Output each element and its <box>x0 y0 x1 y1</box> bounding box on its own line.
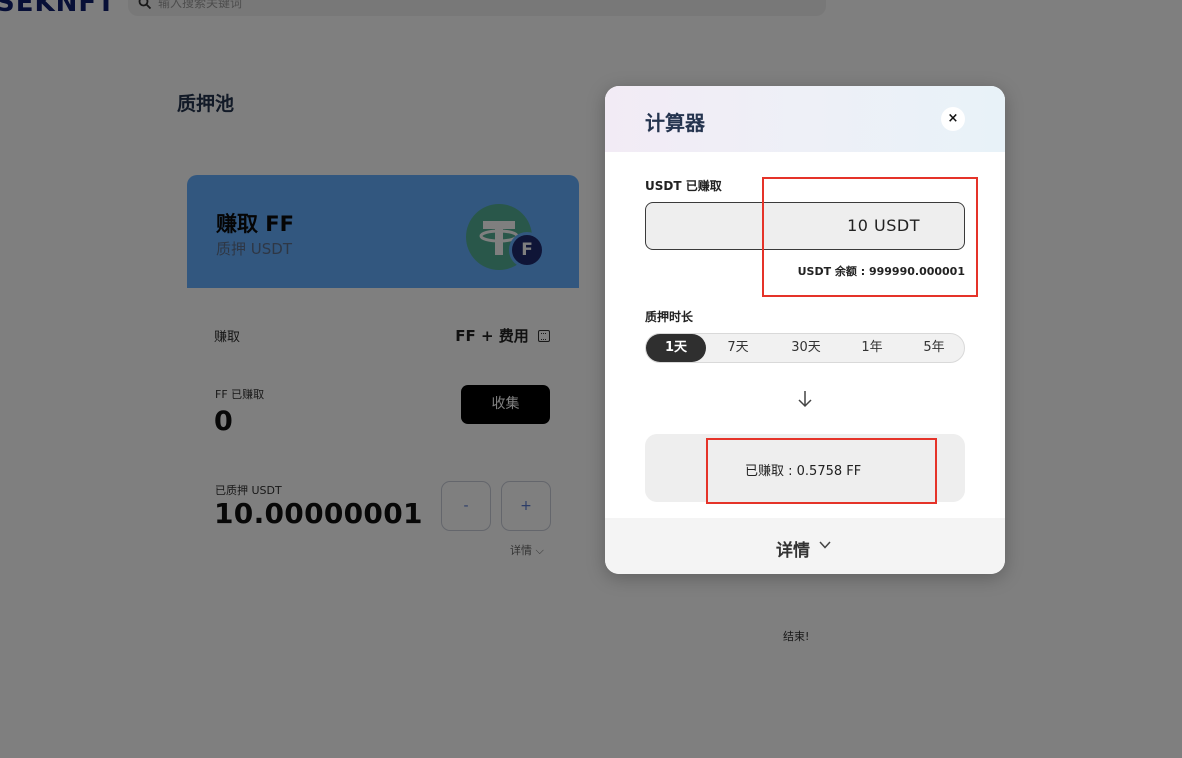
duration-option-1y[interactable]: 1年 <box>842 334 902 362</box>
highlight-box-result <box>706 438 937 504</box>
duration-option-1d[interactable]: 1天 <box>646 334 706 362</box>
modal-header: 计算器 × <box>605 86 1005 152</box>
duration-option-5y[interactable]: 5年 <box>904 334 964 362</box>
modal-title: 计算器 <box>645 111 705 135</box>
details-toggle[interactable]: 详情 <box>605 518 1005 574</box>
duration-label: 质押时长 <box>645 310 694 324</box>
details-label: 详情 <box>776 541 810 561</box>
chevron-down-icon <box>819 541 831 549</box>
close-button[interactable]: × <box>941 107 965 131</box>
usdt-earned-label: USDT 已赚取 <box>645 179 722 193</box>
duration-option-7d[interactable]: 7天 <box>708 334 768 362</box>
duration-option-30d[interactable]: 30天 <box>774 334 838 362</box>
arrow-down-icon <box>798 391 812 408</box>
highlight-box-amount <box>762 177 978 297</box>
duration-selector: 1天 7天 30天 1年 5年 <box>645 333 965 363</box>
